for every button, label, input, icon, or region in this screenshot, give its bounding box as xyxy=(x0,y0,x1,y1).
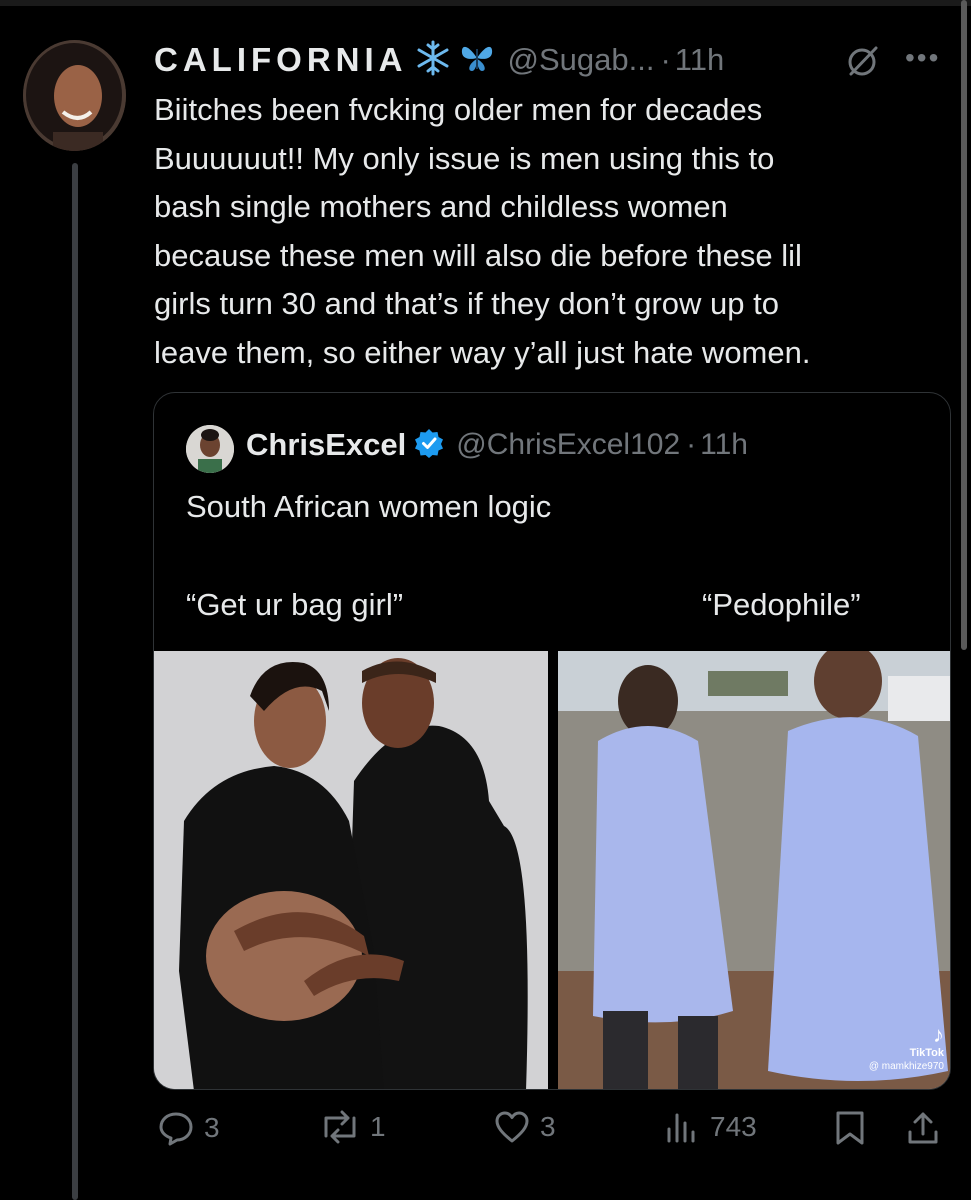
tiktok-user: @ mamkhize970 xyxy=(868,1061,944,1072)
share-icon xyxy=(908,1112,938,1144)
tweet-time[interactable]: 11h xyxy=(675,42,724,78)
separator-dot: · xyxy=(686,428,697,461)
thread-line xyxy=(72,163,78,1200)
quote-text: South African women logic xyxy=(186,489,552,524)
quoted-tweet[interactable]: ChrisExcel @ChrisExcel102 · 11h South Af… xyxy=(153,392,951,1090)
scrollbar[interactable] xyxy=(961,0,967,650)
tweet-header: CALIFORNIA @Sugab... · 11h xyxy=(154,38,724,82)
repost-count: 1 xyxy=(370,1111,386,1142)
author-name[interactable]: CALIFORNIA xyxy=(154,41,407,79)
top-edge xyxy=(0,0,971,6)
view-count: 743 xyxy=(710,1111,757,1142)
more-icon[interactable]: ••• xyxy=(905,44,940,72)
like-count: 3 xyxy=(540,1111,556,1142)
butterfly-emoji xyxy=(459,41,495,80)
tiktok-watermark: ♪ TikTok @ mamkhize970 xyxy=(869,1023,944,1073)
verified-badge-icon xyxy=(414,428,444,463)
share-button[interactable] xyxy=(906,1110,940,1146)
bookmark-button[interactable] xyxy=(834,1110,866,1146)
author-handle[interactable]: @Sugab... xyxy=(507,42,654,78)
couple-photo[interactable] xyxy=(154,651,548,1089)
grok-icon[interactable] xyxy=(846,44,880,83)
bookmark-icon xyxy=(836,1111,864,1145)
views-button[interactable]: 743 xyxy=(664,1110,757,1144)
reply-icon xyxy=(159,1112,193,1146)
quote-avatar[interactable] xyxy=(186,425,234,473)
quote-author-name[interactable]: ChrisExcel xyxy=(246,427,406,463)
separator-dot: · xyxy=(660,42,671,77)
left-caption: “Get ur bag girl” xyxy=(186,587,404,622)
tiktok-icon: ♪ xyxy=(933,1022,944,1047)
like-icon xyxy=(495,1111,529,1143)
avatar[interactable] xyxy=(23,40,126,151)
video-still-photo[interactable]: ♪ TikTok @ mamkhize970 xyxy=(558,651,950,1089)
snowflake-emoji xyxy=(415,40,451,81)
views-icon xyxy=(667,1113,695,1143)
like-button[interactable]: 3 xyxy=(494,1110,556,1144)
quote-header: ChrisExcel @ChrisExcel102 · 11h xyxy=(246,427,748,463)
right-caption: “Pedophile” xyxy=(702,587,861,622)
action-bar: 3 1 3 743 xyxy=(150,1110,950,1160)
quote-author-handle[interactable]: @ChrisExcel102 xyxy=(456,428,680,462)
tiktok-brand: TikTok xyxy=(909,1047,944,1059)
quote-time[interactable]: 11h xyxy=(700,428,748,462)
tweet-text: Biitches been fvcking older men for deca… xyxy=(154,92,811,370)
repost-button[interactable]: 1 xyxy=(320,1110,386,1144)
repost-icon xyxy=(324,1110,356,1144)
reply-count: 3 xyxy=(204,1112,220,1143)
reply-button[interactable]: 3 xyxy=(158,1110,220,1146)
